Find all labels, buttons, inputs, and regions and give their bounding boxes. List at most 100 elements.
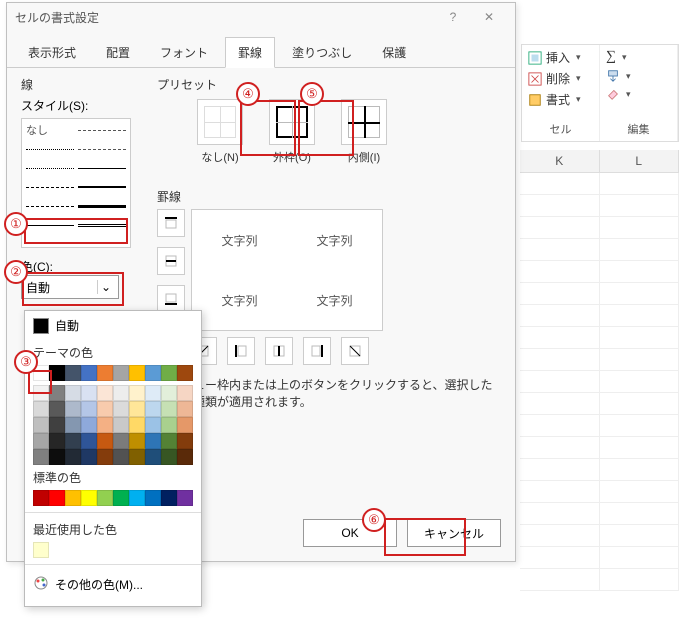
color-swatch[interactable] bbox=[97, 401, 113, 417]
color-swatch[interactable] bbox=[161, 385, 177, 401]
color-swatch[interactable] bbox=[161, 417, 177, 433]
color-swatch[interactable] bbox=[177, 433, 193, 449]
color-swatch[interactable] bbox=[65, 401, 81, 417]
color-swatch[interactable] bbox=[113, 401, 129, 417]
more-colors-item[interactable]: その他の色(M)... bbox=[25, 569, 201, 600]
ribbon-autosum[interactable]: ∑▾ bbox=[606, 49, 671, 65]
color-swatch[interactable] bbox=[49, 433, 65, 449]
color-swatch[interactable] bbox=[49, 449, 65, 465]
color-auto-item[interactable]: 自動 bbox=[25, 311, 201, 340]
color-swatch[interactable] bbox=[33, 449, 49, 465]
tab-font[interactable]: フォント bbox=[147, 37, 221, 67]
preview-cell: 文字列 bbox=[316, 292, 352, 309]
border-diag-down-button[interactable] bbox=[341, 337, 369, 365]
color-swatch[interactable] bbox=[145, 385, 161, 401]
color-swatch[interactable] bbox=[129, 417, 145, 433]
color-swatch[interactable] bbox=[113, 433, 129, 449]
color-swatch[interactable] bbox=[49, 401, 65, 417]
color-swatch[interactable] bbox=[145, 417, 161, 433]
line-style-none[interactable]: なし bbox=[26, 122, 48, 138]
preset-none-label: なし(N) bbox=[193, 149, 247, 165]
color-swatch[interactable] bbox=[97, 449, 113, 465]
tab-border[interactable]: 罫線 bbox=[225, 37, 275, 68]
tab-alignment[interactable]: 配置 bbox=[93, 37, 143, 67]
ribbon-insert[interactable]: 挿入▾ bbox=[528, 49, 593, 66]
preset-none-button[interactable] bbox=[197, 99, 243, 145]
color-swatch[interactable] bbox=[113, 449, 129, 465]
annotation-6: ⑥ bbox=[362, 508, 386, 532]
annotation-4: ④ bbox=[236, 82, 260, 106]
color-swatch[interactable] bbox=[81, 385, 97, 401]
color-swatch[interactable] bbox=[97, 490, 113, 506]
color-swatch[interactable] bbox=[129, 490, 145, 506]
color-swatch[interactable] bbox=[113, 365, 129, 381]
color-swatch[interactable] bbox=[97, 385, 113, 401]
color-swatch[interactable] bbox=[129, 433, 145, 449]
color-swatch[interactable] bbox=[177, 417, 193, 433]
color-swatch[interactable] bbox=[161, 365, 177, 381]
border-bottom-button[interactable] bbox=[157, 285, 185, 313]
border-middle-h-button[interactable] bbox=[157, 247, 185, 275]
ribbon-clear[interactable]: ▾ bbox=[606, 87, 671, 101]
color-swatch[interactable] bbox=[129, 401, 145, 417]
color-swatch[interactable] bbox=[81, 449, 97, 465]
color-swatch[interactable] bbox=[129, 385, 145, 401]
color-swatch[interactable] bbox=[81, 433, 97, 449]
color-swatch[interactable] bbox=[97, 433, 113, 449]
tab-protection[interactable]: 保護 bbox=[369, 37, 419, 67]
color-swatch[interactable] bbox=[177, 385, 193, 401]
color-swatch[interactable] bbox=[65, 385, 81, 401]
color-swatch[interactable] bbox=[113, 417, 129, 433]
ribbon-fill[interactable]: ▾ bbox=[606, 69, 671, 83]
border-right-button[interactable] bbox=[303, 337, 331, 365]
color-swatch[interactable] bbox=[65, 490, 81, 506]
color-swatch[interactable] bbox=[113, 385, 129, 401]
border-middle-v-button[interactable] bbox=[265, 337, 293, 365]
color-swatch[interactable] bbox=[177, 490, 193, 506]
color-swatch[interactable] bbox=[145, 401, 161, 417]
color-swatch[interactable] bbox=[145, 433, 161, 449]
color-swatch[interactable] bbox=[65, 449, 81, 465]
color-swatch[interactable] bbox=[161, 433, 177, 449]
color-swatch[interactable] bbox=[65, 417, 81, 433]
color-swatch[interactable] bbox=[145, 365, 161, 381]
help-button[interactable]: ? bbox=[435, 10, 471, 24]
color-swatch[interactable] bbox=[97, 365, 113, 381]
color-swatch[interactable] bbox=[65, 365, 81, 381]
color-swatch[interactable] bbox=[177, 401, 193, 417]
color-swatch[interactable] bbox=[81, 401, 97, 417]
color-swatch[interactable] bbox=[33, 401, 49, 417]
close-button[interactable]: ✕ bbox=[471, 10, 507, 24]
color-swatch[interactable] bbox=[161, 401, 177, 417]
color-swatch[interactable] bbox=[81, 490, 97, 506]
color-swatch[interactable] bbox=[49, 490, 65, 506]
color-swatch[interactable] bbox=[81, 417, 97, 433]
color-swatch[interactable] bbox=[49, 417, 65, 433]
color-swatch[interactable] bbox=[145, 449, 161, 465]
color-swatch[interactable] bbox=[65, 433, 81, 449]
color-swatch[interactable] bbox=[177, 449, 193, 465]
tab-number[interactable]: 表示形式 bbox=[15, 37, 89, 67]
color-swatch[interactable] bbox=[81, 365, 97, 381]
tab-fill[interactable]: 塗りつぶし bbox=[279, 37, 365, 67]
color-swatch[interactable] bbox=[113, 490, 129, 506]
column-header[interactable]: L bbox=[600, 150, 679, 172]
border-left-button[interactable] bbox=[227, 337, 255, 365]
color-swatch[interactable] bbox=[161, 490, 177, 506]
border-preview[interactable]: 文字列 文字列 文字列 文字列 bbox=[191, 209, 383, 331]
column-header[interactable]: K bbox=[520, 150, 600, 172]
color-swatch[interactable] bbox=[145, 490, 161, 506]
border-top-button[interactable] bbox=[157, 209, 185, 237]
color-swatch[interactable] bbox=[129, 449, 145, 465]
color-swatch[interactable] bbox=[33, 542, 49, 558]
color-swatch[interactable] bbox=[97, 417, 113, 433]
color-swatch[interactable] bbox=[33, 490, 49, 506]
color-swatch[interactable] bbox=[177, 365, 193, 381]
color-swatch[interactable] bbox=[161, 449, 177, 465]
color-swatch[interactable] bbox=[33, 417, 49, 433]
ribbon-delete[interactable]: 削除▾ bbox=[528, 70, 593, 87]
color-swatch[interactable] bbox=[33, 433, 49, 449]
worksheet-grid[interactable]: K L bbox=[520, 150, 679, 628]
ribbon-format[interactable]: 書式▾ bbox=[528, 91, 593, 108]
color-swatch[interactable] bbox=[129, 365, 145, 381]
